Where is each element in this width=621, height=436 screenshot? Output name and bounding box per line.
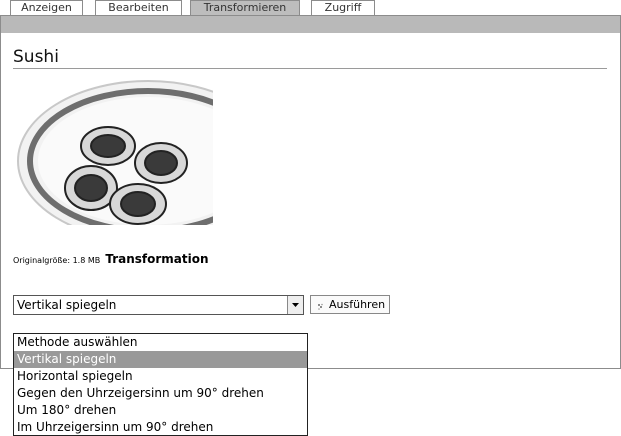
transformation-select[interactable]: Vertikal spiegeln xyxy=(13,295,304,315)
option-rotate-180[interactable]: Um 180° drehen xyxy=(14,402,307,419)
image-info: Originalgröße: 1.8 MB Transformation xyxy=(13,248,209,267)
tab-bearbeiten[interactable]: Bearbeiten xyxy=(95,0,182,15)
tab-transformieren[interactable]: Transformieren xyxy=(190,0,300,15)
option-vertikal-spiegeln[interactable]: Vertikal spiegeln xyxy=(14,351,307,368)
transformation-heading: Transformation xyxy=(105,252,209,266)
page-title: Sushi xyxy=(13,47,59,67)
select-value: Vertikal spiegeln xyxy=(17,298,117,312)
option-horizontal-spiegeln[interactable]: Horizontal spiegeln xyxy=(14,368,307,385)
option-methode-auswaehlen[interactable]: Methode auswählen xyxy=(14,334,307,351)
execute-label: Ausführen xyxy=(329,298,386,311)
sushi-image xyxy=(13,76,213,225)
option-rotate-cw-90[interactable]: Im Uhrzeigersinn um 90° drehen xyxy=(14,419,307,436)
option-rotate-ccw-90[interactable]: Gegen den Uhrzeigersinn um 90° drehen xyxy=(14,385,307,402)
tab-anzeigen[interactable]: Anzeigen xyxy=(10,0,83,15)
tab-zugriff[interactable]: Zugriff xyxy=(311,0,375,15)
title-divider xyxy=(13,68,607,69)
gear-icon xyxy=(317,300,325,317)
transformation-dropdown: Methode auswählen Vertikal spiegeln Hori… xyxy=(13,333,308,436)
execute-button[interactable]: Ausführen xyxy=(310,295,390,314)
tab-bar: Anzeigen Bearbeiten Transformieren Zugri… xyxy=(0,0,621,16)
panel-header-bar xyxy=(1,16,620,33)
original-size-label: Originalgröße: 1.8 MB xyxy=(13,256,101,265)
chevron-down-icon[interactable] xyxy=(287,296,303,314)
